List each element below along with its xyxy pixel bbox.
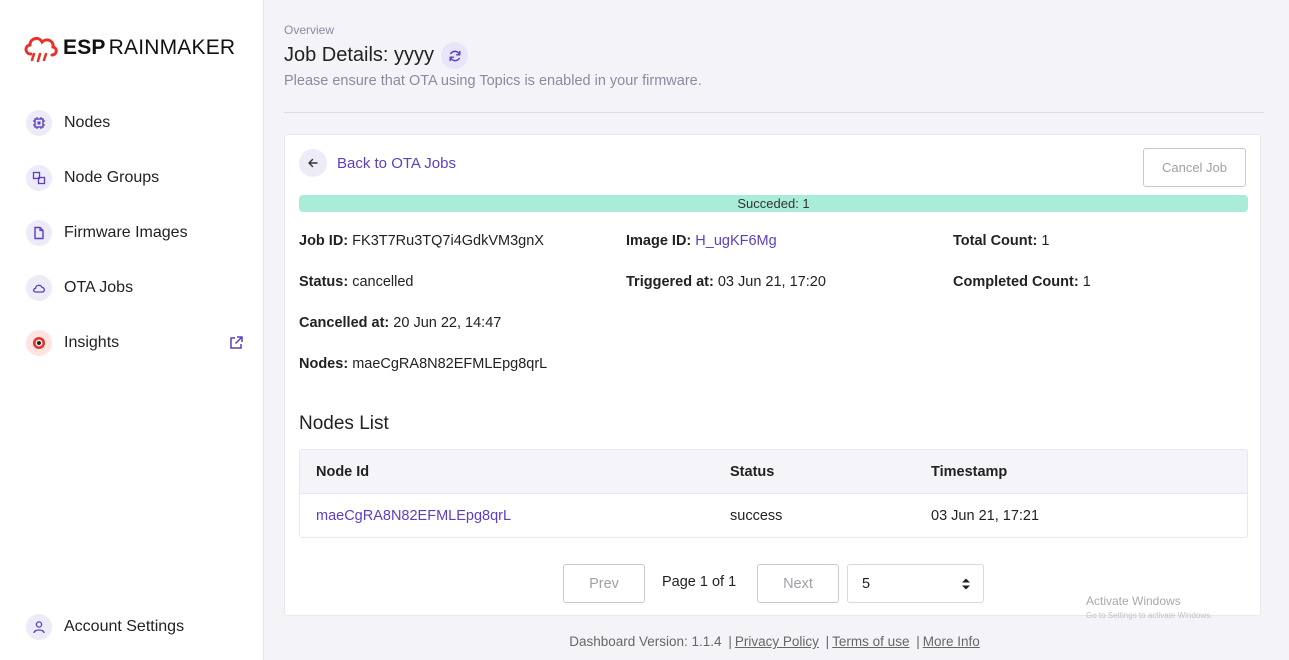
cancelled-at-value: 20 Jun 22, 14:47 <box>393 315 502 331</box>
dashboard-version: Dashboard Version: 1.1.4 <box>569 634 722 649</box>
table-header: Node Id Status Timestamp <box>300 450 1247 494</box>
page-subtitle: Please ensure that OTA using Topics is e… <box>284 73 702 89</box>
status-label: Status: <box>299 274 349 290</box>
triggered-at-value: 03 Jun 21, 17:20 <box>717 274 826 290</box>
job-id-label: Job ID: <box>299 233 349 249</box>
image-id-field: Image ID: H_ugKF6Mg <box>626 233 777 249</box>
triggered-at-field: Triggered at: 03 Jun 21, 17:20 <box>626 274 826 290</box>
image-id-link[interactable]: H_ugKF6Mg <box>695 233 776 249</box>
insights-icon <box>26 330 52 356</box>
privacy-policy-link[interactable]: Privacy Policy <box>735 634 819 649</box>
status-value: cancelled <box>352 274 414 290</box>
sidebar: ESP RAINMAKER Nodes Node Groups Firmware… <box>0 0 264 660</box>
chip-icon <box>26 110 52 136</box>
column-header-status: Status <box>730 463 775 480</box>
completed-count-field: Completed Count: 1 <box>953 274 1091 290</box>
file-icon <box>26 220 52 246</box>
node-status: success <box>730 507 783 524</box>
nodes-field: Nodes: maeCgRA8N82EFMLEpg8qrL <box>299 356 547 372</box>
sidebar-item-nodes[interactable]: Nodes <box>26 108 248 138</box>
user-icon <box>26 614 52 640</box>
cancelled-at-label: Cancelled at: <box>299 315 390 331</box>
node-timestamp: 03 Jun 21, 17:21 <box>931 507 1040 524</box>
node-groups-icon <box>26 165 52 191</box>
footer-separator: | <box>728 634 732 649</box>
sidebar-item-label: OTA Jobs <box>64 279 134 296</box>
next-button[interactable]: Next <box>757 564 839 603</box>
cancelled-at-field: Cancelled at: 20 Jun 22, 14:47 <box>299 315 501 331</box>
arrow-left-icon <box>299 149 327 177</box>
activate-windows-hint: Go to Settings to activate Windows. <box>1086 611 1213 620</box>
nodes-label: Nodes: <box>299 356 349 372</box>
sidebar-item-label: Nodes <box>64 114 111 131</box>
rainmaker-cloud-icon <box>24 36 58 63</box>
sidebar-item-label: Node Groups <box>64 169 160 186</box>
page-title: Job Details: yyyy <box>284 44 435 66</box>
cloud-icon <box>26 275 52 301</box>
footer: Dashboard Version: 1.1.4 | Privacy Policy… <box>264 634 1285 649</box>
select-arrows-icon <box>962 578 970 590</box>
sidebar-item-label: Firmware Images <box>64 224 188 241</box>
sidebar-item-insights[interactable]: Insights <box>26 328 248 358</box>
nodes-value: maeCgRA8N82EFMLEpg8qrL <box>352 356 548 372</box>
activate-windows-watermark: Activate Windows <box>1086 594 1181 608</box>
refresh-button[interactable] <box>441 42 468 69</box>
app-logo[interactable]: ESP RAINMAKER <box>22 32 235 64</box>
column-header-timestamp: Timestamp <box>931 463 1008 480</box>
job-details-card: Back to OTA Jobs Cancel Job Succeded: 1 … <box>284 134 1261 616</box>
refresh-icon <box>449 50 460 61</box>
breadcrumb[interactable]: Overview <box>284 23 334 37</box>
nodes-list-title: Nodes List <box>299 413 389 434</box>
cancel-job-button[interactable]: Cancel Job <box>1143 148 1246 187</box>
external-link-icon[interactable] <box>228 335 244 351</box>
sidebar-item-node-groups[interactable]: Node Groups <box>26 163 248 193</box>
job-id-field: Job ID: FK3T7Ru3TQ7i4GdkVM3gnX <box>299 233 544 249</box>
node-id-link[interactable]: maeCgRA8N82EFMLEpg8qrL <box>316 508 511 524</box>
status-field: Status: cancelled <box>299 274 413 290</box>
triggered-at-label: Triggered at: <box>626 274 714 290</box>
sidebar-item-ota-jobs[interactable]: OTA Jobs <box>26 273 248 303</box>
logo-text-esp: ESP <box>63 36 106 59</box>
completed-count-label: Completed Count: <box>953 274 1079 290</box>
footer-separator: | <box>916 634 920 649</box>
total-count-label: Total Count: <box>953 233 1038 249</box>
sidebar-item-account-settings[interactable]: Account Settings <box>26 612 248 642</box>
page-indicator: Page 1 of 1 <box>662 574 737 590</box>
main-content: Overview Job Details: yyyy Please ensure… <box>264 0 1285 660</box>
job-progress-bar: Succeded: 1 <box>299 195 1248 212</box>
sidebar-item-label: Insights <box>64 334 120 351</box>
column-header-node-id: Node Id <box>316 463 370 480</box>
back-to-ota-jobs-button[interactable]: Back to OTA Jobs <box>299 149 456 177</box>
total-count-field: Total Count: 1 <box>953 233 1049 249</box>
nodes-table: Node Id Status Timestamp maeCgRA8N82EFML… <box>299 449 1248 538</box>
back-label: Back to OTA Jobs <box>337 154 456 172</box>
footer-separator: | <box>825 634 830 649</box>
sidebar-item-label: Account Settings <box>64 618 185 635</box>
total-count-value: 1 <box>1041 233 1050 249</box>
progress-fill: Succeded: 1 <box>299 195 1248 212</box>
terms-of-use-link[interactable]: Terms of use <box>832 634 909 649</box>
sidebar-item-firmware-images[interactable]: Firmware Images <box>26 218 248 248</box>
table-row: maeCgRA8N82EFMLEpg8qrL success 03 Jun 21… <box>300 494 1247 537</box>
job-id-value: FK3T7Ru3TQ7i4GdkVM3gnX <box>352 233 544 249</box>
prev-button[interactable]: Prev <box>563 564 645 603</box>
completed-count-value: 1 <box>1082 274 1091 290</box>
page-size-value: 5 <box>862 575 871 592</box>
header-divider <box>284 112 1264 113</box>
more-info-link[interactable]: More Info <box>923 634 980 649</box>
logo-text-rainmaker: RAINMAKER <box>108 36 236 59</box>
page-size-select[interactable]: 5 <box>847 564 984 603</box>
progress-label: Succeded: 1 <box>737 196 810 211</box>
image-id-label: Image ID: <box>626 233 692 249</box>
